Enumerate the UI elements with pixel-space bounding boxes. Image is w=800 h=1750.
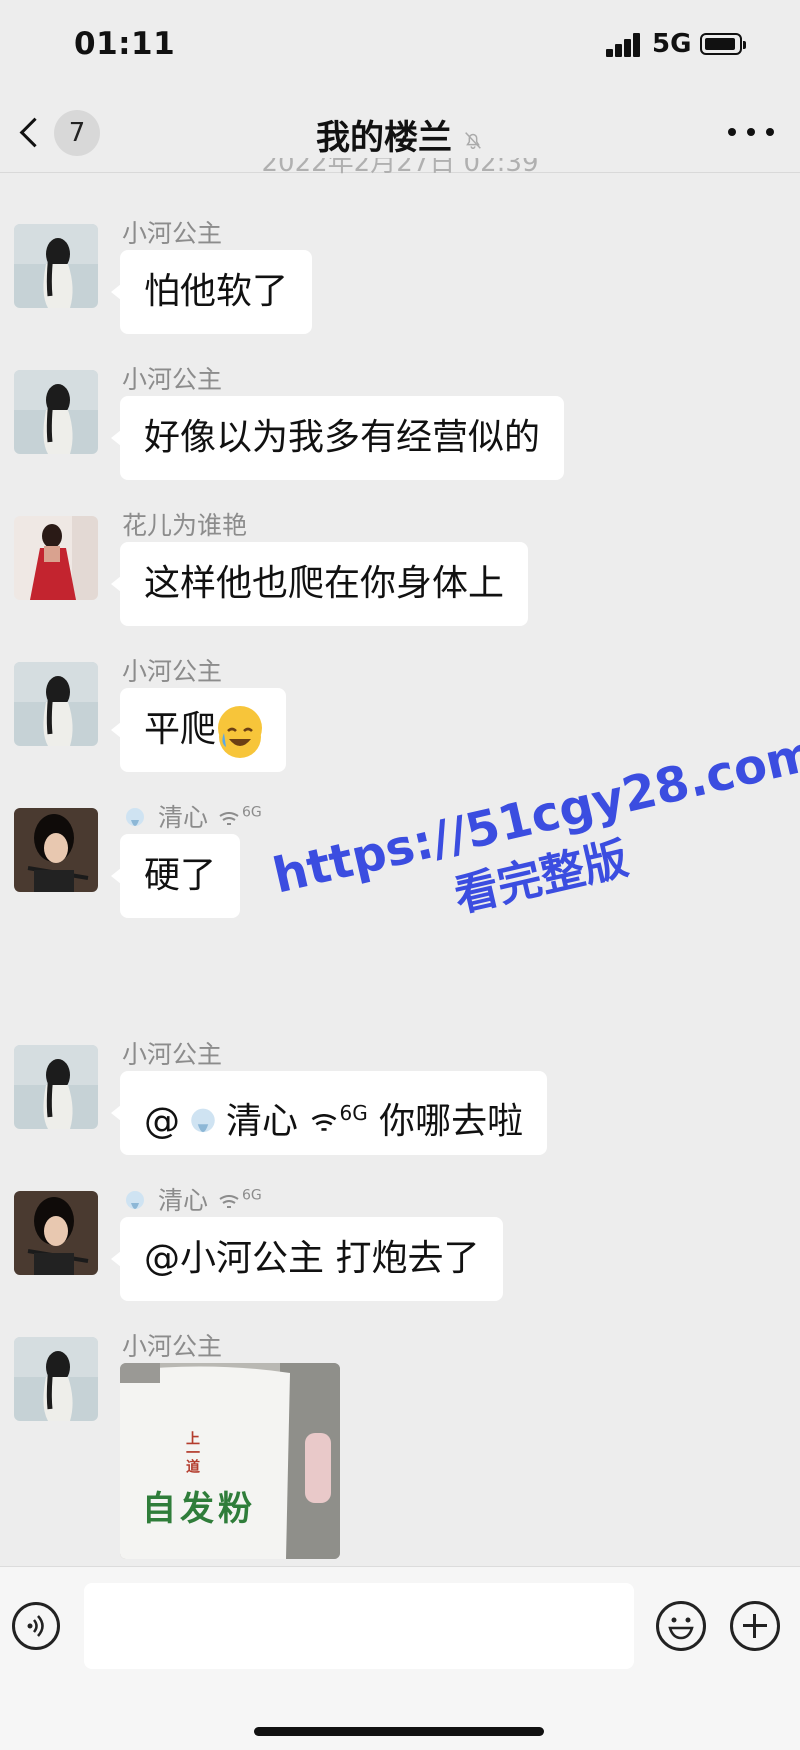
avatar[interactable] bbox=[14, 662, 98, 746]
bag-label: 自发粉 bbox=[142, 1489, 256, 1529]
sender-name-container: 清心 6G bbox=[122, 798, 262, 834]
mention-suffix: 6G bbox=[339, 1101, 368, 1125]
watermark-text: 看完整版 bbox=[449, 833, 633, 923]
sender-badge-icon bbox=[126, 808, 144, 826]
bell-muted-icon bbox=[465, 131, 481, 149]
message-timestamp: 2022年2月27日 02:39 bbox=[261, 158, 539, 178]
sender-name: 清心 bbox=[158, 803, 209, 832]
add-button[interactable] bbox=[730, 1601, 780, 1651]
message-bubble[interactable]: 平爬 bbox=[110, 688, 287, 772]
home-indicator bbox=[254, 1727, 544, 1736]
more-options-button[interactable] bbox=[728, 122, 774, 142]
avatar[interactable] bbox=[14, 1045, 98, 1129]
status-bar: 01:11 5G bbox=[0, 0, 800, 92]
sender-suffix: 6G bbox=[241, 1187, 262, 1204]
sender-name: 小河公主 bbox=[122, 657, 223, 686]
sender-suffix: 6G bbox=[241, 804, 262, 821]
avatar[interactable] bbox=[14, 1337, 98, 1421]
message-bubble[interactable]: @ 清心 6G 你哪去啦 bbox=[110, 1071, 548, 1155]
message-bubble[interactable]: 怕他软了 bbox=[110, 250, 313, 334]
sender-name: 小河公主 bbox=[122, 1040, 223, 1069]
avatar[interactable] bbox=[14, 224, 98, 308]
voice-icon bbox=[27, 1615, 44, 1637]
voice-button[interactable] bbox=[12, 1602, 60, 1650]
avatar[interactable] bbox=[14, 516, 98, 600]
wifi-icon bbox=[219, 812, 239, 825]
emoji-button[interactable] bbox=[656, 1601, 706, 1651]
smiley-icon bbox=[668, 1617, 694, 1640]
mention-badge-icon bbox=[191, 1108, 215, 1133]
signal-icon bbox=[606, 33, 642, 57]
chat-title: 我的楼兰 bbox=[316, 118, 452, 158]
avatar[interactable] bbox=[14, 370, 98, 454]
image-message[interactable]: 上一道 自发粉 bbox=[120, 1363, 340, 1559]
mention-prefix: @ bbox=[144, 1101, 180, 1142]
avatar[interactable] bbox=[14, 1191, 98, 1275]
wifi-icon bbox=[312, 1114, 337, 1131]
sender-name-container: 清心 6G bbox=[122, 1181, 262, 1217]
watermark: https://51cgy28.com 看完整版 bbox=[268, 725, 800, 963]
message-text: 你哪去啦 bbox=[379, 1101, 524, 1142]
sender-name: 花儿为谁艳 bbox=[122, 511, 248, 540]
message-input[interactable] bbox=[84, 1583, 634, 1669]
wifi-icon bbox=[219, 1195, 239, 1208]
status-time: 01:11 bbox=[74, 26, 176, 62]
sender-name: 小河公主 bbox=[122, 365, 223, 394]
battery-icon bbox=[700, 33, 746, 55]
message-bubble[interactable]: 硬了 bbox=[110, 834, 241, 918]
chat-title-container: 我的楼兰 bbox=[0, 110, 800, 159]
input-bar bbox=[0, 1566, 800, 1750]
sender-name: 小河公主 bbox=[122, 219, 223, 248]
mention-name: 清心 bbox=[226, 1101, 299, 1142]
laughing-crying-emoji-icon bbox=[218, 706, 263, 758]
message-bubble[interactable]: 这样他也爬在你身体上 bbox=[110, 542, 529, 626]
avatar[interactable] bbox=[14, 808, 98, 892]
message-bubble[interactable]: @小河公主 打炮去了 bbox=[110, 1217, 504, 1301]
network-type: 5G bbox=[652, 29, 692, 59]
bag-brand: 上一道 bbox=[184, 1431, 200, 1473]
sender-name: 小河公主 bbox=[122, 1332, 223, 1361]
sender-badge-icon bbox=[126, 1191, 144, 1209]
message-bubble[interactable]: 好像以为我多有经营似的 bbox=[110, 396, 565, 480]
message-text: 平爬 bbox=[144, 709, 217, 750]
sender-name: 清心 bbox=[158, 1186, 209, 1215]
watermark-url: https://51cgy28.com bbox=[268, 725, 800, 905]
